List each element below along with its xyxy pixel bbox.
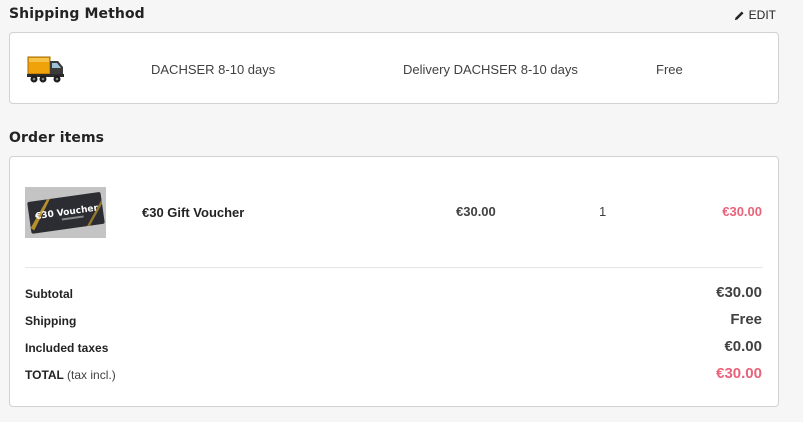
total-label: TOTAL (tax incl.) xyxy=(25,368,116,382)
total-label-text: TOTAL xyxy=(25,368,64,382)
shipping-value: Free xyxy=(730,311,762,328)
total-label-suffix: (tax incl.) xyxy=(67,368,116,382)
item-name[interactable]: €30 Gift Voucher xyxy=(142,205,244,220)
truck-icon xyxy=(27,56,64,83)
item-quantity: 1 xyxy=(599,204,607,219)
carrier-name: DACHSER 8-10 days xyxy=(151,62,276,77)
order-items-card: €30 Voucher €30 Gift Voucher €30.00 1 €3… xyxy=(9,156,779,407)
order-items-title: Order items xyxy=(9,130,105,146)
item-unit-price: €30.00 xyxy=(456,204,496,219)
carrier-price: Free xyxy=(656,62,683,77)
divider xyxy=(25,267,763,268)
edit-label: EDIT xyxy=(748,8,776,22)
item-total: €30.00 xyxy=(722,204,762,219)
carrier-delay: Delivery DACHSER 8-10 days xyxy=(403,62,578,77)
checkout-summary: Shipping Method EDIT DACHSER 8-10 days D… xyxy=(0,0,803,422)
included-taxes-value: €0.00 xyxy=(724,338,762,355)
shipping-label: Shipping xyxy=(25,314,77,328)
edit-shipping-button[interactable]: EDIT xyxy=(734,8,776,22)
gift-voucher-image: €30 Voucher xyxy=(25,187,106,238)
subtotal-label: Subtotal xyxy=(25,287,73,301)
total-value: €30.00 xyxy=(716,365,762,382)
pencil-icon xyxy=(734,10,744,20)
included-taxes-label: Included taxes xyxy=(25,341,109,355)
shipping-method-title: Shipping Method xyxy=(9,6,145,22)
subtotal-value: €30.00 xyxy=(716,284,762,301)
shipping-method-card: DACHSER 8-10 days Delivery DACHSER 8-10 … xyxy=(9,32,779,104)
